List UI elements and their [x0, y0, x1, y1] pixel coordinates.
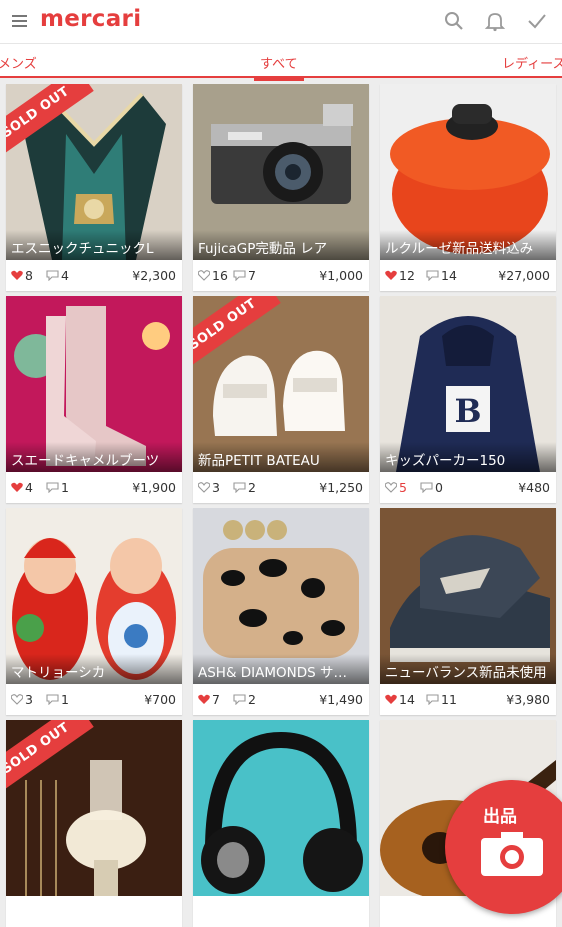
item-photo: B キッズパーカー150 [380, 296, 556, 472]
item-photo: ルクルーゼ新品送料込み [380, 84, 556, 260]
item-card[interactable]: SOLD OUT 新品PETIT BATEAU 3 2 ¥1,250 [193, 296, 369, 503]
search-icon[interactable] [443, 10, 465, 32]
item-meta: 5 0 ¥480 [380, 472, 556, 503]
comment-count[interactable]: 0 [420, 480, 443, 495]
comment-icon [233, 694, 246, 705]
comment-icon [46, 694, 59, 705]
item-card[interactable]: スエードキャメルブーツ 4 1 ¥1,900 [6, 296, 182, 503]
comment-icon [420, 482, 433, 493]
comment-icon [233, 270, 246, 281]
tab-all[interactable]: すべて [254, 53, 304, 81]
item-meta: 3 2 ¥1,250 [193, 472, 369, 503]
comment-count[interactable]: 1 [46, 480, 69, 495]
item-title: マトリョーシカ [6, 654, 182, 684]
comment-icon [233, 482, 246, 493]
comment-icon [46, 270, 59, 281]
comment-count[interactable]: 2 [233, 480, 256, 495]
comment-count[interactable]: 1 [46, 692, 69, 707]
item-photo: ASH& DIAMONDS サ… [193, 508, 369, 684]
tab-mens[interactable]: メンズ [0, 53, 37, 72]
like-count[interactable]: 12 [385, 268, 415, 283]
heart-icon [11, 270, 23, 280]
heart-icon [11, 482, 23, 492]
heart-icon [385, 482, 397, 493]
item-photo: マトリョーシカ [6, 508, 182, 684]
item-photo: スエードキャメルブーツ [6, 296, 182, 472]
item-meta: 4 1 ¥1,900 [6, 472, 182, 503]
comment-count[interactable]: 11 [426, 692, 457, 707]
item-photo: ニューバランス新品未使用 [380, 508, 556, 684]
category-tabs: メンズ すべて レディース [0, 44, 562, 81]
item-card[interactable]: B キッズパーカー150 5 0 ¥480 [380, 296, 556, 503]
item-meta: 3 1 ¥700 [6, 684, 182, 715]
like-count[interactable]: 3 [11, 692, 33, 707]
item-price: ¥1,900 [132, 480, 176, 495]
item-photo: FujicaGP完動品 レア [193, 84, 369, 260]
comment-icon [46, 482, 59, 493]
item-card[interactable]: SOLD OUT [6, 720, 182, 927]
item-price: ¥700 [144, 692, 176, 707]
item-card[interactable]: ニューバランス新品未使用 14 11 ¥3,980 [380, 508, 556, 715]
item-price: ¥3,980 [506, 692, 550, 707]
heart-icon [198, 270, 210, 281]
item-meta: 14 11 ¥3,980 [380, 684, 556, 715]
item-meta: 8 4 ¥2,300 [6, 260, 182, 291]
svg-text:B: B [454, 392, 481, 430]
item-title: スエードキャメルブーツ [6, 442, 182, 472]
bell-icon[interactable] [484, 10, 506, 32]
comment-count[interactable]: 7 [233, 268, 256, 283]
heart-icon [198, 694, 210, 704]
comment-count[interactable]: 4 [46, 268, 69, 283]
item-price: ¥27,000 [498, 268, 550, 283]
app-logo: mercari [40, 6, 142, 32]
item-price: ¥1,490 [319, 692, 363, 707]
item-price: ¥1,000 [319, 268, 363, 283]
item-photo: SOLD OUT エスニックチュニックL [6, 84, 182, 260]
camera-icon [481, 832, 543, 876]
item-card[interactable]: ルクルーゼ新品送料込み 12 14 ¥27,000 [380, 84, 556, 291]
comment-count[interactable]: 2 [233, 692, 256, 707]
like-count[interactable]: 4 [11, 480, 33, 495]
item-photo [193, 720, 369, 896]
item-price: ¥1,250 [319, 480, 363, 495]
item-title: エスニックチュニックL [6, 230, 182, 260]
like-count[interactable]: 7 [198, 692, 220, 707]
app-bar: mercari [0, 0, 562, 44]
item-photo: SOLD OUT 新品PETIT BATEAU [193, 296, 369, 472]
tab-ladies[interactable]: レディース [502, 53, 562, 72]
heart-icon [11, 694, 23, 705]
item-meta: 12 14 ¥27,000 [380, 260, 556, 291]
item-card[interactable]: ASH& DIAMONDS サ… 7 2 ¥1,490 [193, 508, 369, 715]
heart-icon [385, 270, 397, 280]
menu-icon[interactable] [12, 15, 27, 28]
item-meta: 16 7 ¥1,000 [193, 260, 369, 291]
heart-icon [385, 694, 397, 704]
item-title: ルクルーゼ新品送料込み [380, 230, 556, 260]
item-card[interactable]: FujicaGP完動品 レア 16 7 ¥1,000 [193, 84, 369, 291]
item-title: FujicaGP完動品 レア [193, 230, 369, 260]
like-count[interactable]: 16 [198, 268, 228, 283]
item-price: ¥480 [518, 480, 550, 495]
check-icon[interactable] [526, 10, 548, 32]
like-count[interactable]: 3 [198, 480, 220, 495]
like-count[interactable]: 14 [385, 692, 415, 707]
item-title: ASH& DIAMONDS サ… [193, 654, 369, 684]
item-title: 新品PETIT BATEAU [193, 442, 369, 472]
comment-count[interactable]: 14 [426, 268, 457, 283]
item-meta: 7 2 ¥1,490 [193, 684, 369, 715]
item-price: ¥2,300 [132, 268, 176, 283]
item-card[interactable]: SOLD OUT エスニックチュニックL 8 4 ¥2,300 [6, 84, 182, 291]
item-card[interactable] [193, 720, 369, 927]
item-title: キッズパーカー150 [380, 442, 556, 472]
like-count[interactable]: 8 [11, 268, 33, 283]
item-card[interactable]: マトリョーシカ 3 1 ¥700 [6, 508, 182, 715]
heart-icon [198, 482, 210, 493]
sell-label: 出品 [483, 807, 517, 827]
item-photo: SOLD OUT [6, 720, 182, 896]
item-title: ニューバランス新品未使用 [380, 654, 556, 684]
comment-icon [426, 270, 439, 281]
like-count[interactable]: 5 [385, 480, 407, 495]
comment-icon [426, 694, 439, 705]
